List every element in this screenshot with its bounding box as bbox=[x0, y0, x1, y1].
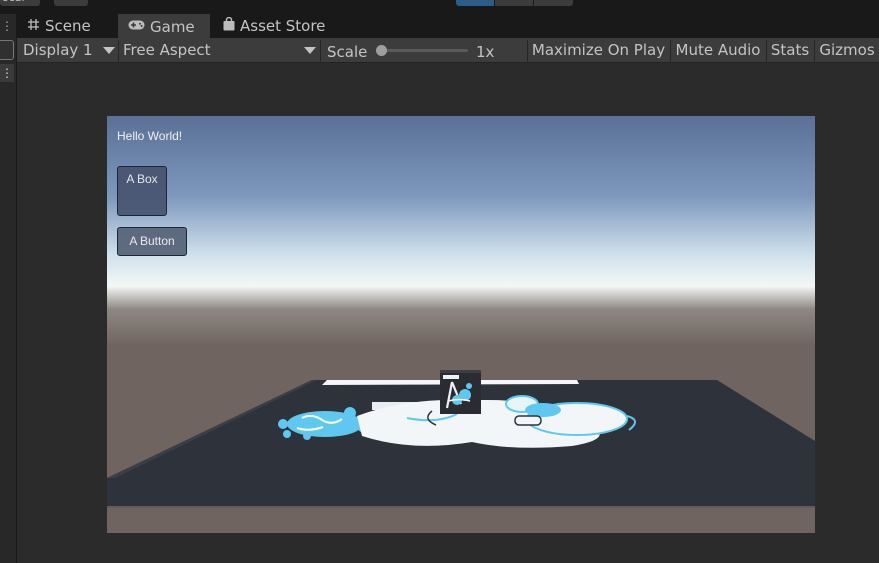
aspect-label: Free Aspect bbox=[123, 41, 211, 59]
game-viewport[interactable] bbox=[107, 116, 815, 533]
gui-button-label: A Button bbox=[129, 234, 175, 248]
gizmos-toggle[interactable]: Gizmos bbox=[815, 38, 879, 62]
grid-icon bbox=[27, 18, 40, 35]
step-button[interactable] bbox=[534, 0, 573, 6]
panel-checkbox[interactable] bbox=[0, 40, 14, 60]
mute-label: Mute Audio bbox=[675, 41, 761, 59]
hello-label: Hello World! bbox=[117, 129, 183, 143]
main-toolbar-strip bbox=[0, 0, 879, 14]
display-dropdown[interactable]: Display 1 bbox=[17, 38, 117, 62]
scale-slider-track[interactable] bbox=[378, 49, 468, 52]
shopping-bag-icon bbox=[223, 16, 235, 35]
play-controls bbox=[456, 0, 574, 6]
play-button[interactable] bbox=[456, 0, 494, 6]
game-scene-render bbox=[107, 116, 815, 533]
tab-scene[interactable]: Scene bbox=[17, 14, 117, 38]
gui-button[interactable]: A Button bbox=[117, 227, 187, 256]
maximize-label: Maximize On Play bbox=[531, 41, 666, 59]
separator bbox=[320, 40, 321, 62]
scale-label: Scale bbox=[327, 43, 368, 61]
stats-toggle[interactable]: Stats bbox=[767, 38, 813, 62]
stats-label: Stats bbox=[770, 41, 810, 59]
scale-value: 1x bbox=[476, 43, 495, 61]
tab-scene-label: Scene bbox=[45, 17, 91, 35]
panel-menu-icon[interactable]: ⋮ bbox=[0, 18, 14, 34]
cube-object bbox=[440, 370, 481, 414]
left-docked-panel bbox=[0, 14, 17, 563]
panel-options-icon[interactable]: ⋮ bbox=[0, 64, 14, 82]
account-label: ocal bbox=[2, 0, 25, 4]
pause-button[interactable] bbox=[495, 0, 533, 6]
account-dropdown[interactable]: ocal bbox=[0, 0, 40, 6]
mute-audio-toggle[interactable]: Mute Audio bbox=[671, 38, 765, 62]
gizmos-label: Gizmos bbox=[819, 41, 875, 59]
tab-game[interactable]: Game bbox=[118, 14, 210, 38]
tab-asset-store[interactable]: Asset Store bbox=[213, 14, 338, 38]
gui-box-label: A Box bbox=[126, 172, 158, 186]
display-label: Display 1 bbox=[23, 41, 93, 59]
tab-game-label: Game bbox=[150, 18, 195, 36]
aspect-dropdown[interactable]: Free Aspect bbox=[119, 38, 319, 62]
collab-button[interactable] bbox=[54, 0, 88, 6]
chevron-down-icon bbox=[103, 47, 115, 54]
scale-slider-handle[interactable] bbox=[376, 45, 387, 56]
maximize-on-play-toggle[interactable]: Maximize On Play bbox=[528, 38, 669, 62]
gamepad-icon bbox=[128, 19, 145, 35]
tab-asset-store-label: Asset Store bbox=[240, 17, 326, 35]
chevron-down-icon bbox=[304, 47, 316, 54]
gui-box: A Box bbox=[117, 166, 167, 216]
